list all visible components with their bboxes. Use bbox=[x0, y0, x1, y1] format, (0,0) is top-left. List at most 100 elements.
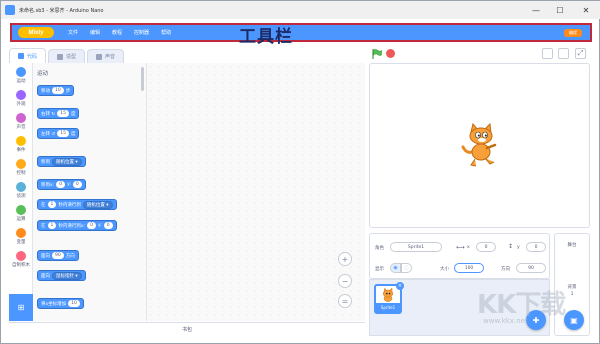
block-input[interactable]: 1 bbox=[47, 222, 57, 229]
maximize-button[interactable]: ☐ bbox=[549, 1, 571, 19]
operators-icon bbox=[16, 205, 26, 215]
green-flag-icon[interactable] bbox=[372, 49, 382, 59]
direction-input[interactable]: 90 bbox=[516, 263, 546, 273]
backpack-label: 书包 bbox=[181, 327, 192, 333]
image-add-icon: ▣ bbox=[570, 315, 578, 325]
menu-edit[interactable]: 编辑 bbox=[90, 29, 100, 36]
stop-icon[interactable] bbox=[386, 49, 395, 58]
block-goto-xy[interactable]: 移到x: 0 y: 0 bbox=[37, 179, 86, 190]
block-dropdown[interactable]: 鼠标指针 ▾ bbox=[52, 271, 82, 280]
menu-tutorial[interactable]: 教程 bbox=[112, 29, 122, 36]
block-text: y: bbox=[67, 182, 71, 187]
motion-icon bbox=[16, 67, 26, 77]
menu-help[interactable]: 帮助 bbox=[161, 29, 171, 36]
minimize-button[interactable]: — bbox=[525, 1, 547, 19]
block-input[interactable]: 10 bbox=[52, 87, 64, 94]
block-dropdown[interactable]: 随机位置 ▾ bbox=[52, 157, 82, 166]
sprite-thumbnail[interactable]: Sprite1 × bbox=[374, 282, 404, 314]
large-stage-button[interactable] bbox=[558, 48, 569, 59]
zoom-reset-button[interactable]: = bbox=[338, 294, 352, 308]
block-text: 将x坐标增加 bbox=[41, 301, 67, 307]
palette-heading: 运动 bbox=[37, 71, 49, 77]
delete-sprite-icon[interactable]: × bbox=[396, 282, 404, 290]
category-label: 运动 bbox=[16, 79, 26, 84]
zoom-in-icon: + bbox=[341, 254, 349, 264]
block-text: 在 bbox=[41, 223, 46, 229]
sprite-name-label: 角色 bbox=[375, 246, 384, 251]
category-label: 自制积木 bbox=[12, 263, 30, 268]
block-text: 面向 bbox=[41, 273, 50, 279]
category-looks[interactable]: 外观 bbox=[9, 90, 33, 107]
zoom-out-button[interactable]: − bbox=[338, 274, 352, 288]
control-icon bbox=[16, 159, 26, 169]
block-point-towards[interactable]: 面向 鼠标指针 ▾ bbox=[37, 270, 86, 281]
block-move-steps[interactable]: 移动 10 步 bbox=[37, 85, 75, 96]
close-button[interactable]: ✕ bbox=[575, 1, 597, 19]
window-title: 未命名.sb3 - 米思齐 - Arduino Nano bbox=[19, 7, 104, 14]
category-motion[interactable]: 运动 bbox=[9, 67, 33, 84]
menu-controller[interactable]: 控制器 bbox=[134, 29, 149, 36]
choose-backdrop-button[interactable]: ▣ bbox=[564, 310, 584, 330]
block-input[interactable]: 10 bbox=[68, 300, 80, 307]
block-glide-xy[interactable]: 在 1 秒内滑行到x: 0 y: 0 bbox=[37, 220, 117, 231]
block-input[interactable]: 15 bbox=[57, 130, 69, 137]
zoom-in-button[interactable]: + bbox=[338, 252, 352, 266]
speaker-icon bbox=[96, 53, 103, 60]
x-input[interactable]: 0 bbox=[476, 242, 496, 252]
script-workspace[interactable] bbox=[147, 63, 365, 321]
add-extension-button[interactable]: ⊞ bbox=[9, 294, 33, 321]
y-input[interactable]: 0 bbox=[526, 242, 546, 252]
sprite-name-input[interactable]: Sprite1 bbox=[390, 242, 442, 252]
menu-file[interactable]: 文件 bbox=[68, 29, 78, 36]
block-text: 右转 ↻ bbox=[41, 111, 56, 117]
show-visible-icon[interactable]: ◉ bbox=[390, 263, 401, 273]
block-input[interactable]: 0 bbox=[72, 181, 82, 188]
block-turn-left[interactable]: 左转 ↺ 15 度 bbox=[37, 128, 80, 139]
looks-icon bbox=[16, 90, 26, 100]
fullscreen-icon[interactable]: ⤢ bbox=[575, 48, 586, 59]
backpack-bar[interactable]: 书包 bbox=[9, 322, 365, 336]
palette-scrollbar[interactable] bbox=[141, 67, 144, 91]
title-bar: 未命名.sb3 - 米思齐 - Arduino Nano — ☐ ✕ bbox=[1, 1, 600, 19]
category-label: 事件 bbox=[16, 148, 26, 153]
category-label: 运算 bbox=[16, 217, 26, 222]
block-input[interactable]: 0 bbox=[56, 181, 66, 188]
show-hidden-icon[interactable]: ◌ bbox=[401, 263, 412, 273]
block-dropdown[interactable]: 随机位置 ▾ bbox=[82, 200, 113, 209]
mode-toggle-button[interactable]: 编程 bbox=[564, 29, 582, 37]
category-sensing[interactable]: 侦测 bbox=[9, 182, 33, 199]
category-control[interactable]: 控制 bbox=[9, 159, 33, 176]
stage-panel-title: 舞台 bbox=[567, 243, 577, 248]
block-glide-to[interactable]: 在 1 秒内滑行到 随机位置 ▾ bbox=[37, 199, 117, 210]
block-text: y: bbox=[97, 223, 102, 228]
block-input[interactable]: 0 bbox=[103, 222, 113, 229]
category-operators[interactable]: 运算 bbox=[9, 205, 33, 222]
category-events[interactable]: 事件 bbox=[9, 136, 33, 153]
block-input[interactable]: 90 bbox=[52, 252, 64, 259]
block-text: 移到 bbox=[41, 159, 50, 165]
category-sound[interactable]: 声音 bbox=[9, 113, 33, 130]
y-arrow-icon: ↕ bbox=[508, 243, 514, 250]
tab-sounds-label: 声音 bbox=[105, 54, 116, 60]
block-input[interactable]: 1 bbox=[47, 201, 57, 208]
tab-code-label: 代码 bbox=[27, 53, 38, 60]
app-logo[interactable]: Mixly bbox=[18, 27, 54, 38]
block-goto[interactable]: 移到 随机位置 ▾ bbox=[37, 156, 86, 167]
block-turn-right[interactable]: 右转 ↻ 15 度 bbox=[37, 108, 80, 119]
category-variables[interactable]: 变量 bbox=[9, 228, 33, 245]
cat-thumbnail-icon bbox=[382, 288, 394, 302]
block-input[interactable]: 15 bbox=[57, 110, 69, 117]
stage-canvas[interactable] bbox=[369, 63, 590, 228]
small-stage-button[interactable] bbox=[542, 48, 553, 59]
block-point-direction[interactable]: 面向 90 方向 bbox=[37, 250, 79, 261]
block-text: 在 bbox=[41, 202, 46, 208]
size-input[interactable]: 100 bbox=[454, 263, 484, 273]
app-icon bbox=[5, 5, 15, 15]
tab-sounds[interactable]: 声音 bbox=[87, 49, 125, 63]
block-change-x[interactable]: 将x坐标增加 10 bbox=[37, 298, 84, 309]
category-my-blocks[interactable]: 自制积木 bbox=[9, 251, 33, 268]
tab-code[interactable]: 代码 bbox=[9, 48, 47, 63]
y-label: y bbox=[517, 245, 520, 250]
block-input[interactable]: 0 bbox=[87, 222, 96, 229]
tab-costumes[interactable]: 造型 bbox=[48, 49, 86, 63]
